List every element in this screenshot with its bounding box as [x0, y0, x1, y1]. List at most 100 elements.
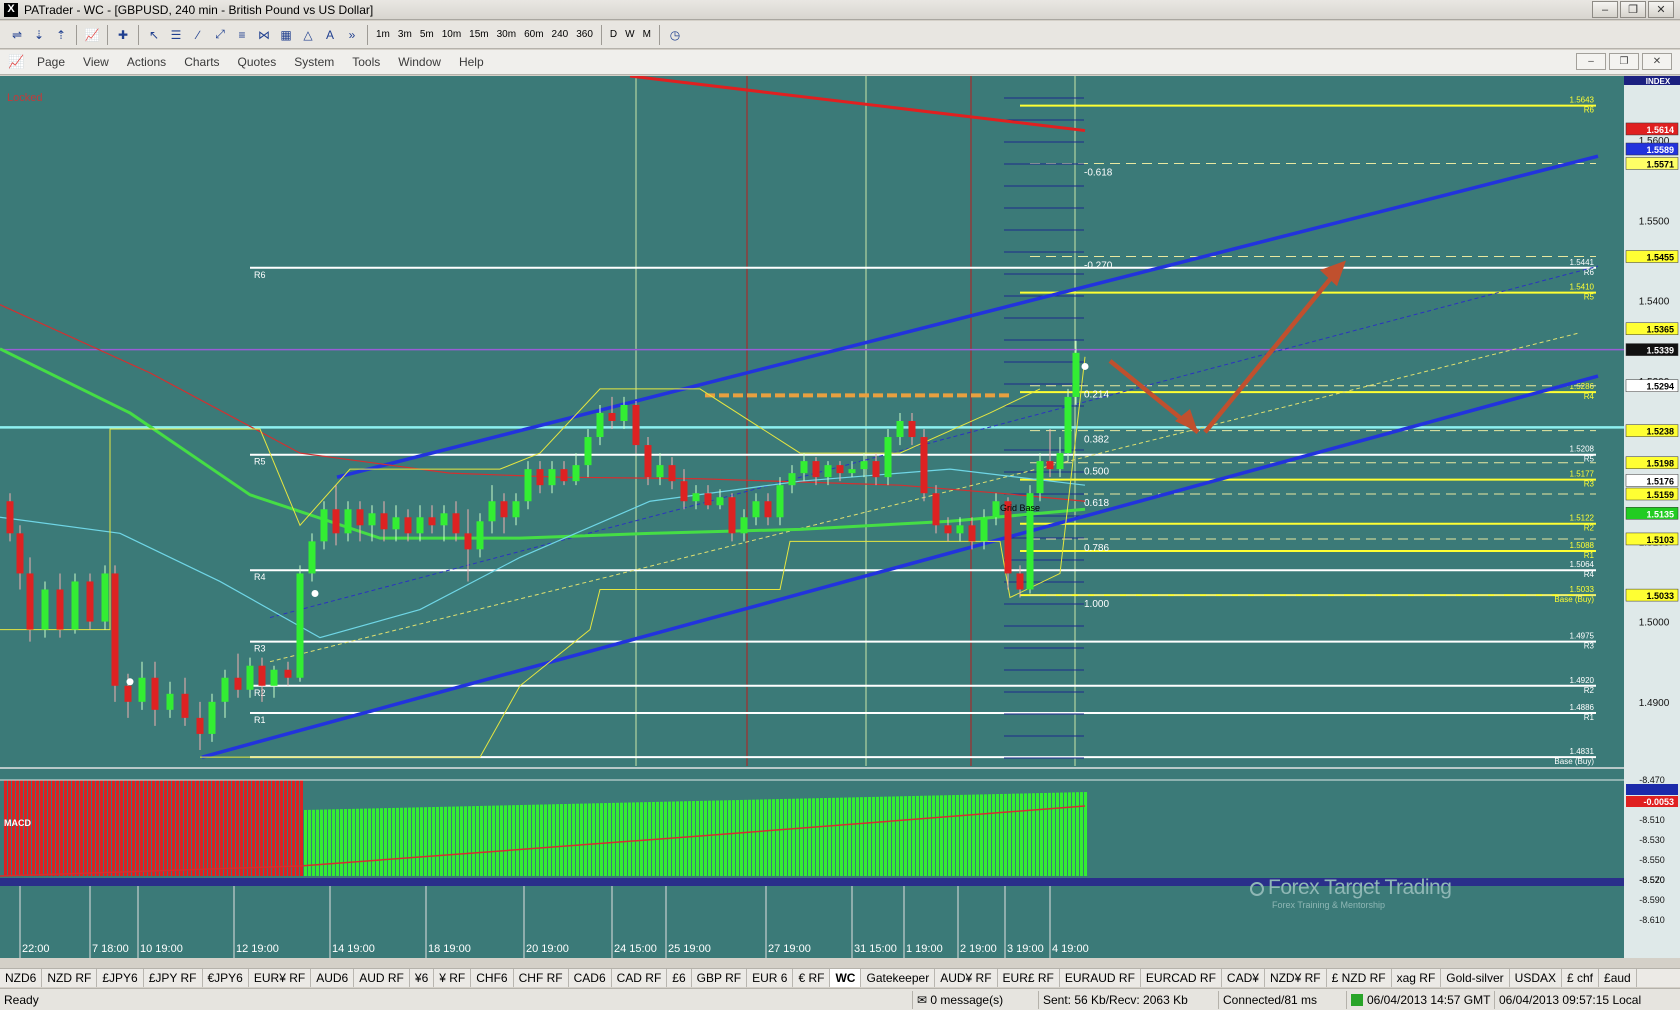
menu-page[interactable]: Page — [28, 55, 74, 69]
symbol-tab[interactable]: xag RF — [1392, 969, 1442, 987]
chart-icon[interactable]: 📈 — [81, 24, 103, 46]
symbol-tab[interactable]: € RF — [793, 969, 831, 987]
timeframe-m[interactable]: M — [639, 25, 655, 45]
mdi-minimize-button[interactable]: – — [1576, 53, 1606, 70]
symbol-tab[interactable]: CAD¥ — [1222, 969, 1265, 987]
symbol-tab[interactable]: EURCAD RF — [1141, 969, 1222, 987]
arrow-up-icon[interactable]: ⇡ — [50, 24, 72, 46]
close-button[interactable]: ✕ — [1648, 1, 1674, 18]
menu-charts[interactable]: Charts — [175, 55, 228, 69]
macd-bar — [932, 795, 935, 876]
text-icon[interactable]: A — [319, 24, 341, 46]
connect-icon[interactable]: ⇌ — [6, 24, 28, 46]
price-tick-label: 1.5500 — [1639, 216, 1670, 227]
symbol-tab[interactable]: NZD RF — [42, 969, 98, 987]
expand-toolbar-icon[interactable]: » — [341, 24, 363, 46]
timeframe-30m[interactable]: 30m — [493, 25, 520, 45]
candle-body — [196, 717, 204, 734]
arrow-down-icon[interactable]: ⇣ — [28, 24, 50, 46]
grid-icon[interactable]: ▦ — [275, 24, 297, 46]
symbol-tab[interactable]: NZD6 — [0, 969, 43, 987]
symbol-tab[interactable]: £aud — [1599, 969, 1637, 987]
symbol-tab[interactable]: CHF RF — [514, 969, 569, 987]
mdi-restore-button[interactable]: ❐ — [1609, 53, 1639, 70]
timeframe-240[interactable]: 240 — [548, 25, 573, 45]
symbol-tab[interactable]: CAD6 — [569, 969, 612, 987]
macd-bar — [872, 796, 875, 876]
macd-bar — [796, 798, 799, 876]
macd-bar — [724, 800, 727, 876]
macd-bar — [112, 780, 115, 876]
candle-body — [500, 501, 508, 518]
symbol-tab[interactable]: £ NZD RF — [1327, 969, 1392, 987]
symbol-tab[interactable]: ¥ RF — [434, 969, 472, 987]
clock-icon[interactable]: ◷ — [664, 24, 686, 46]
symbol-tab[interactable]: €JPY6 — [203, 969, 249, 987]
mdi-close-button[interactable]: ✕ — [1642, 53, 1672, 70]
symbol-tab[interactable]: £JPY RF — [144, 969, 203, 987]
status-bar: Ready ✉ 0 message(s) Sent: 56 Kb/Recv: 2… — [0, 988, 1680, 1010]
timeframe-w[interactable]: W — [621, 25, 638, 45]
horizontal-lines-icon[interactable]: ☰ — [165, 24, 187, 46]
symbol-tab[interactable]: AUD RF — [354, 969, 410, 987]
symbol-tab[interactable]: NZD¥ RF — [1265, 969, 1327, 987]
symbol-tab[interactable]: AUD6 — [311, 969, 355, 987]
timeframe-1m[interactable]: 1m — [372, 25, 394, 45]
menu-quotes[interactable]: Quotes — [229, 55, 286, 69]
macd-tick-label: -8.510 — [1639, 815, 1665, 825]
symbol-tab[interactable]: GBP RF — [692, 969, 748, 987]
macd-bar — [316, 809, 319, 876]
symbol-tab[interactable]: CHF6 — [471, 969, 514, 987]
symbol-tab[interactable]: CAD RF — [612, 969, 668, 987]
symbol-tab[interactable]: £6 — [667, 969, 692, 987]
connection-ok-icon — [1351, 994, 1363, 1007]
triangle-icon[interactable]: △ — [297, 24, 319, 46]
symbol-tab[interactable]: EUR¥ RF — [249, 969, 312, 987]
timeframe-5m[interactable]: 5m — [416, 25, 438, 45]
timeframe-360[interactable]: 360 — [572, 25, 597, 45]
symbol-tab[interactable]: £JPY6 — [97, 969, 144, 987]
candle-body — [111, 573, 119, 686]
symbol-tab[interactable]: WC — [830, 969, 862, 987]
candle-body — [284, 669, 292, 678]
minimize-button[interactable]: – — [1592, 1, 1618, 18]
symbol-tab[interactable]: Gold-silver — [1441, 969, 1510, 987]
symbol-tab[interactable]: £ chf — [1562, 969, 1600, 987]
pivot-value-label: 1.5033 — [1570, 585, 1595, 594]
restore-button[interactable]: ❐ — [1620, 1, 1646, 18]
signal-dot — [311, 590, 319, 597]
symbol-tab[interactable]: Gatekeeper — [861, 969, 936, 987]
menu-window[interactable]: Window — [389, 55, 450, 69]
symbol-tab[interactable]: EUR£ RF — [998, 969, 1060, 987]
menu-help[interactable]: Help — [450, 55, 493, 69]
timeframe-3m[interactable]: 3m — [394, 25, 416, 45]
menu-view[interactable]: View — [74, 55, 118, 69]
symbol-tab[interactable]: EURAUD RF — [1060, 969, 1141, 987]
macd-bar — [716, 800, 719, 876]
fib-icon[interactable]: ≡ — [231, 24, 253, 46]
trendline-icon[interactable]: ∕ — [187, 24, 209, 46]
menu-actions[interactable]: Actions — [118, 55, 175, 69]
candle-body — [596, 412, 604, 438]
symbol-tab[interactable]: EUR 6 — [747, 969, 794, 987]
crosshair-icon[interactable]: ✚ — [112, 24, 134, 46]
macd-bar — [288, 780, 291, 876]
timeframe-10m[interactable]: 10m — [438, 25, 465, 45]
timeframe-15m[interactable]: 15m — [465, 25, 492, 45]
macd-bar — [500, 805, 503, 876]
channel-icon[interactable]: ⋈ — [253, 24, 275, 46]
menu-system[interactable]: System — [285, 55, 343, 69]
cursor-icon[interactable]: ↖ — [143, 24, 165, 46]
macd-bar — [476, 806, 479, 876]
timeframe-60m[interactable]: 60m — [520, 25, 547, 45]
price-chart[interactable]: INDEX1.56001.55001.54001.53001.52001.510… — [0, 76, 1680, 958]
timeframe-d[interactable]: D — [606, 25, 621, 45]
macd-bar — [800, 798, 803, 876]
symbol-tab[interactable]: USDAX — [1510, 969, 1562, 987]
fan-icon[interactable]: ⤢ — [209, 24, 231, 46]
chart-area[interactable]: INDEX1.56001.55001.54001.53001.52001.510… — [0, 76, 1680, 958]
macd-bar — [532, 804, 535, 876]
menu-tools[interactable]: Tools — [343, 55, 389, 69]
symbol-tab[interactable]: ¥6 — [410, 969, 435, 987]
symbol-tab[interactable]: AUD¥ RF — [935, 969, 998, 987]
